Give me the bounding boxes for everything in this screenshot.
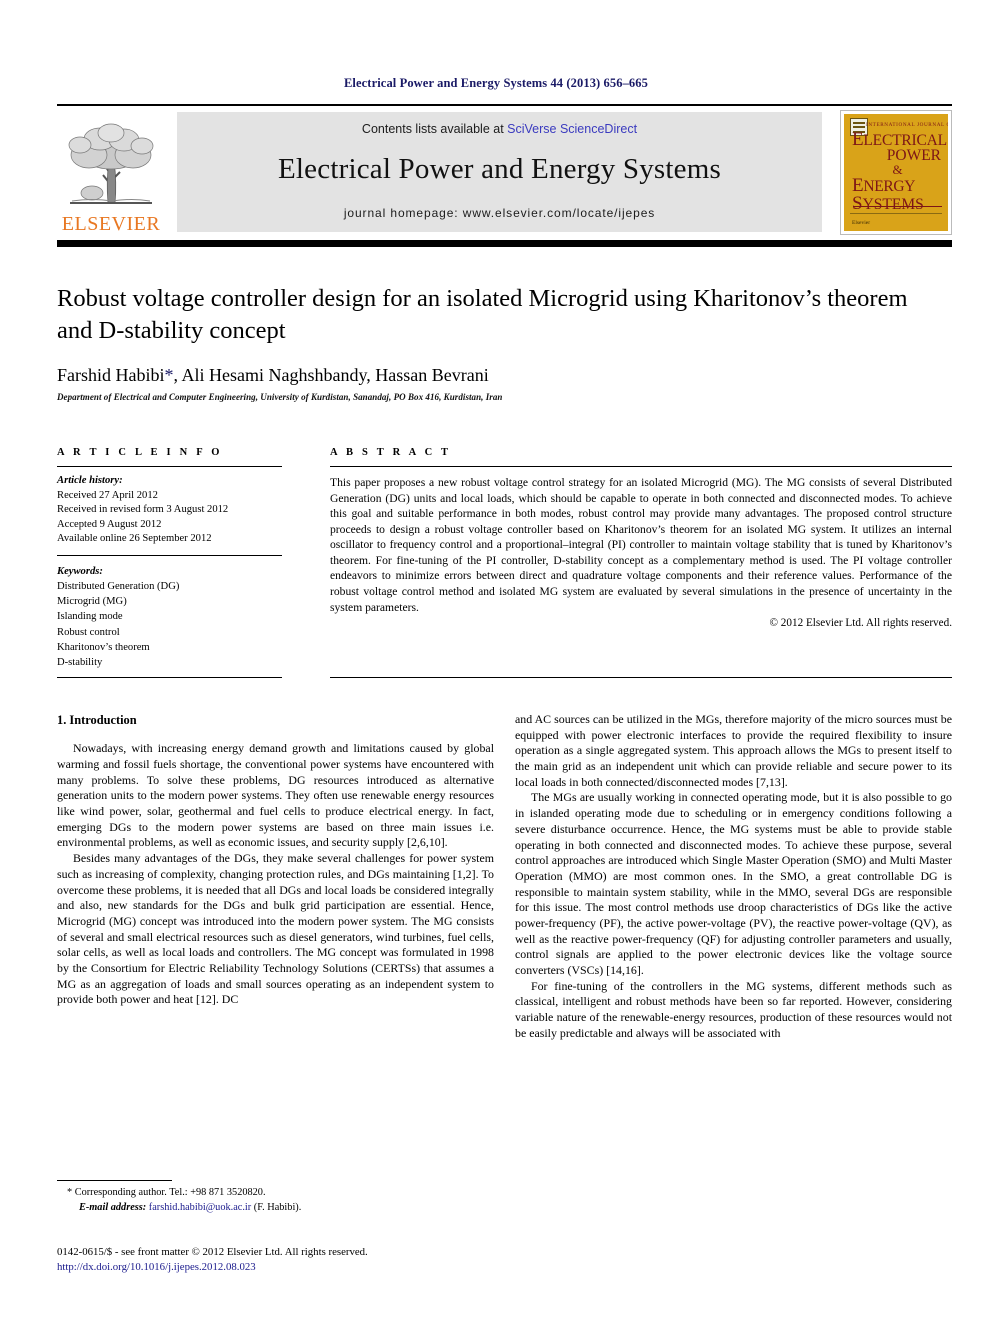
masthead-bottom-bar (57, 240, 952, 247)
keyword-item: Islanding mode (57, 611, 123, 623)
history-item: Received 27 April 2012 (57, 489, 158, 501)
footnote-rule (57, 1180, 172, 1181)
author-first: Farshid Habibi (57, 365, 165, 385)
elsevier-tree-icon (68, 123, 154, 204)
keyword-item: Microgrid (MG) (57, 596, 127, 607)
cover-line-4: NERGY (863, 177, 916, 195)
cover-cap-e1: E (852, 129, 864, 150)
body-column-left: 1. Introduction Nowadays, with increasin… (57, 712, 494, 1008)
abstract-rule (330, 466, 952, 467)
journal-homepage-link[interactable]: journal homepage: www.elsevier.com/locat… (344, 206, 655, 220)
keyword-item: Kharitonov’s theorem (57, 641, 150, 653)
author-rest: , Ali Hesami Naghshbandy, Hassan Bevrani (173, 365, 489, 385)
keywords-label: Keywords: (57, 565, 103, 577)
journal-masthead: ELSEVIER Contents lists available at Sci… (57, 104, 952, 236)
cover-line-3: & (892, 162, 903, 178)
copyright-line: © 2012 Elsevier Ltd. All rights reserved… (769, 617, 953, 630)
cover-title: ELECTRICAL POWER & ENERGY SYSTEMS (852, 129, 947, 214)
journal-header-band: Contents lists available at SciVerse Sci… (177, 112, 822, 232)
journal-cover-art: INTERNATIONAL JOURNAL OF ELECTRICAL POWE… (844, 114, 948, 231)
keywords-rule (57, 554, 282, 556)
article-info-rule (57, 466, 282, 467)
email-link[interactable]: farshid.habibi@uok.ac.ir (149, 1202, 251, 1213)
affiliation: Department of Electrical and Computer En… (57, 392, 503, 402)
body-column-right: and AC sources can be utilized in the MG… (515, 712, 952, 1041)
paragraph: Nowadays, with increasing energy demand … (57, 741, 494, 850)
cover-publisher-label: Elsevier (852, 220, 871, 226)
paragraph: Besides many advantages of the DGs, they… (57, 851, 494, 1007)
issn-copyright-line: 0142-0615/$ - see front matter © 2012 El… (57, 1246, 368, 1258)
author-list: Farshid Habibi*, Ali Hesami Naghshbandy,… (57, 365, 937, 386)
keywords-list: Keywords: Distributed Generation (DG) Mi… (57, 564, 282, 671)
article-history-label: Article history: (57, 475, 123, 486)
abstract-heading: A B S T R A C T (330, 447, 452, 458)
cover-divider (850, 213, 942, 214)
cover-line-5: YSTEMS (862, 195, 924, 213)
abstract-block: A B S T R A C T This paper proposes a ne… (330, 447, 952, 629)
history-item: Received in revised form 3 August 2012 (57, 504, 229, 515)
journal-title: Electrical Power and Energy Systems (278, 153, 721, 185)
email-label: E-mail address: (79, 1201, 147, 1213)
cover-subtitle-texture (853, 206, 942, 209)
keyword-item: D-stability (57, 657, 103, 668)
corresponding-author-note: * Corresponding author. Tel.: +98 871 35… (67, 1187, 266, 1198)
paper-page: Electrical Power and Energy Systems 44 (… (0, 0, 992, 1323)
cover-international-journal-label: INTERNATIONAL JOURNAL OF (866, 122, 948, 128)
journal-cover-thumbnail: INTERNATIONAL JOURNAL OF ELECTRICAL POWE… (840, 110, 952, 235)
paragraph: The MGs are usually working in connected… (515, 790, 952, 977)
elsevier-logo: ELSEVIER (57, 110, 165, 234)
running-head: Electrical Power and Energy Systems 44 (… (344, 76, 648, 90)
page-footer: 0142-0615/$ - see front matter © 2012 El… (57, 1245, 557, 1275)
info-block-bottom-rule (57, 677, 282, 678)
article-info-heading: A R T I C L E I N F O (57, 447, 223, 458)
abstract-text: This paper proposes a new robust voltage… (330, 476, 952, 614)
history-item: Accepted 9 August 2012 (57, 518, 162, 530)
corresponding-author-marker: * (164, 365, 174, 385)
abstract-block-bottom-rule (330, 677, 952, 678)
elsevier-wordmark: ELSEVIER (61, 213, 161, 235)
email-owner: (F. Habibi). (253, 1201, 302, 1213)
keyword-item: Robust control (57, 626, 120, 638)
email-note: E-mail address: farshid.habibi@uok.ac.ir… (57, 1201, 497, 1216)
cover-cap-s: S (852, 192, 863, 214)
history-item: Available online 26 September 2012 (57, 533, 212, 544)
contents-available-line: Contents lists available at SciVerse Sci… (362, 122, 637, 136)
paragraph: For fine-tuning of the controllers in th… (515, 978, 952, 1040)
keyword-item: Distributed Generation (DG) (57, 580, 180, 592)
contents-prefix: Contents lists available at (361, 122, 508, 136)
article-history: Article history: Received 27 April 2012 … (57, 474, 282, 547)
sciencedirect-link[interactable]: SciVerse ScienceDirect (507, 122, 637, 136)
page-title: Robust voltage controller design for an … (57, 285, 908, 345)
section-heading-introduction: 1. Introduction (57, 713, 137, 727)
article-info-block: A R T I C L E I N F O Article history: R… (57, 447, 282, 670)
doi-link[interactable]: http://dx.doi.org/10.1016/j.ijepes.2012.… (57, 1260, 557, 1275)
footnote-block: * Corresponding author. Tel.: +98 871 35… (57, 1186, 497, 1215)
paragraph: and AC sources can be utilized in the MG… (515, 712, 952, 789)
